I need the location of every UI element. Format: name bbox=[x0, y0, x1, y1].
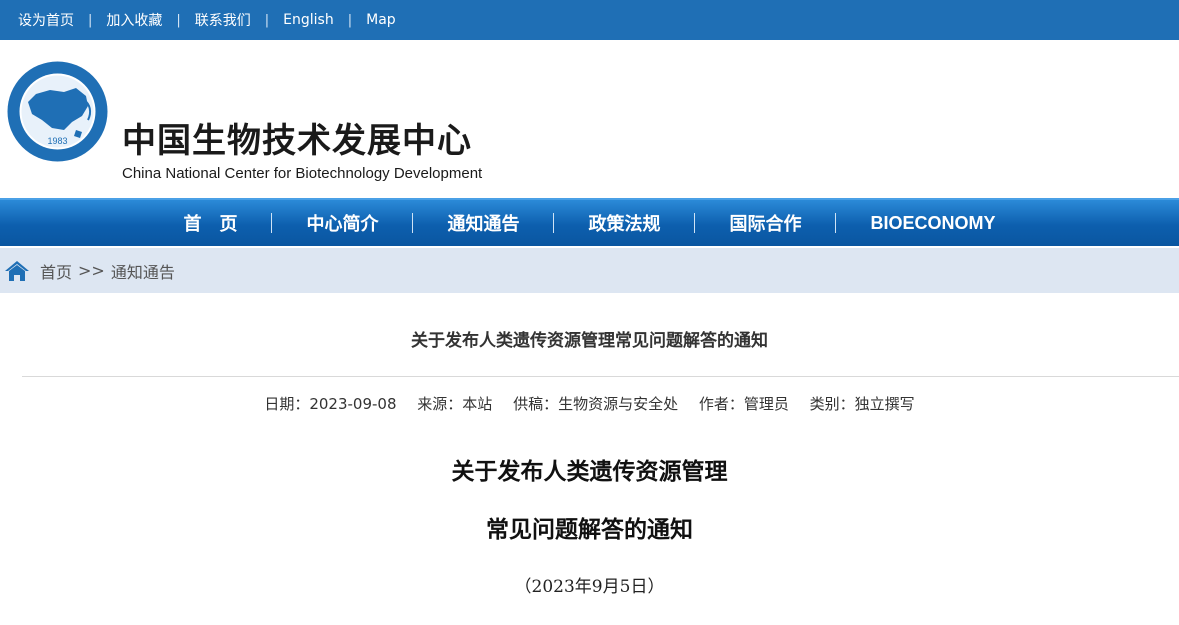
seal-year: 1983 bbox=[47, 136, 67, 146]
article-heading-line2: 常见问题解答的通知 bbox=[486, 516, 693, 543]
nav-item-notices[interactable]: 通知通告 bbox=[413, 210, 553, 236]
english-link[interactable]: English bbox=[283, 12, 334, 28]
home-icon[interactable] bbox=[4, 259, 30, 283]
breadcrumb-home-link[interactable]: 首页 bbox=[40, 259, 72, 283]
nav-item-international[interactable]: 国际合作 bbox=[695, 210, 835, 236]
breadcrumb-current-link[interactable]: 通知通告 bbox=[111, 259, 175, 283]
main-navigation: 首 页 中心简介 通知通告 政策法规 国际合作 BIOECONOMY bbox=[0, 198, 1179, 246]
breadcrumb-separator: >> bbox=[78, 261, 105, 280]
nav-item-home[interactable]: 首 页 bbox=[149, 210, 271, 236]
article-title: 关于发布人类遗传资源管理常见问题解答的通知 bbox=[411, 331, 768, 351]
topbar-separator: | bbox=[347, 12, 353, 28]
article-heading-line1: 关于发布人类遗传资源管理 bbox=[451, 458, 728, 485]
meta-contributor: 供稿：生物资源与安全处 bbox=[513, 395, 679, 413]
nav-item-policies[interactable]: 政策法规 bbox=[554, 210, 694, 236]
nav-item-about[interactable]: 中心简介 bbox=[272, 210, 412, 236]
set-homepage-link[interactable]: 设为首页 bbox=[18, 10, 74, 30]
meta-source: 来源：本站 bbox=[417, 395, 493, 413]
site-header: 1983 中国生物技术发展中心 China National Center fo… bbox=[0, 40, 1179, 198]
logo-english-title: China National Center for Biotechnology … bbox=[122, 165, 483, 182]
add-favorite-link[interactable]: 加入收藏 bbox=[106, 10, 162, 30]
breadcrumb: 首页 >> 通知通告 bbox=[0, 248, 1179, 293]
logo-chinese-title: 中国生物技术发展中心 bbox=[122, 121, 472, 161]
contact-us-link[interactable]: 联系我们 bbox=[195, 10, 251, 30]
meta-category: 类别：独立撰写 bbox=[809, 395, 915, 413]
topbar-separator: | bbox=[176, 12, 181, 28]
topbar-separator: | bbox=[264, 12, 270, 28]
map-link[interactable]: Map bbox=[366, 12, 396, 28]
meta-author: 作者：管理员 bbox=[698, 395, 789, 413]
meta-date: 日期：2023-09-08 bbox=[264, 395, 397, 413]
article-issue-date: （2023年9月5日） bbox=[514, 577, 665, 597]
topbar-separator: | bbox=[88, 12, 93, 28]
logo-seal[interactable]: 1983 bbox=[6, 60, 109, 163]
title-divider bbox=[22, 376, 1179, 377]
top-utility-bar: 设为首页 | 加入收藏 | 联系我们 | English | Map bbox=[0, 0, 1179, 40]
nav-item-bioeconomy[interactable]: BIOECONOMY bbox=[836, 213, 1029, 234]
article-meta: 日期：2023-09-08 来源：本站 供稿：生物资源与安全处 作者：管理员 类… bbox=[0, 393, 1179, 414]
